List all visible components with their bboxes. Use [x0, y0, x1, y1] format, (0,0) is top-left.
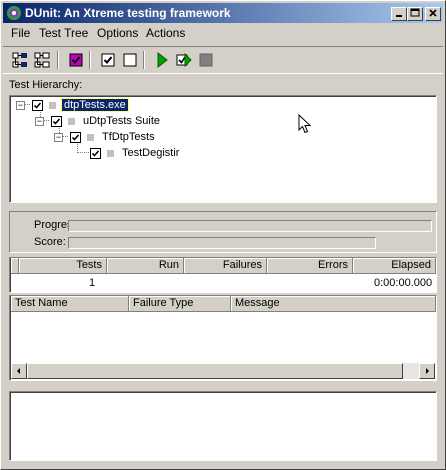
- check-icon: [33, 101, 42, 109]
- tree-item-test[interactable]: TestDegistir: [90, 145, 181, 161]
- check-all-button[interactable]: [99, 51, 117, 69]
- select-all-button[interactable]: [11, 51, 29, 69]
- summary-header-failures[interactable]: Failures: [184, 258, 267, 274]
- toolbar: [3, 46, 443, 74]
- test-tree[interactable]: − dtpTests.exe − uDtpTests Suite − TfDtp…: [9, 95, 437, 203]
- select-all-icon: [12, 52, 27, 68]
- mouse-cursor-icon: [298, 114, 312, 134]
- select-failed-icon: [69, 53, 83, 67]
- window-title: DUnit: An Xtreme testing framework: [25, 6, 231, 20]
- failure-header-message[interactable]: Message: [231, 296, 436, 312]
- title-bar[interactable]: DUnit: An Xtreme testing framework: [3, 3, 443, 23]
- uncheck-icon: [123, 53, 137, 67]
- collapse-icon[interactable]: −: [35, 116, 44, 126]
- status-square-icon: [107, 149, 114, 157]
- check-icon: [91, 149, 100, 157]
- check-icon: [52, 117, 61, 125]
- check-icon: [71, 133, 80, 141]
- run-selected-button[interactable]: [175, 51, 193, 69]
- run-selected-icon: [176, 52, 192, 68]
- run-button[interactable]: [153, 51, 171, 69]
- summary-value-elapsed: 0:00:00.000: [374, 277, 433, 289]
- arrow-left-icon: [17, 368, 20, 374]
- horizontal-scrollbar[interactable]: [11, 363, 435, 379]
- status-square-icon: [68, 117, 75, 125]
- uncheck-all-button[interactable]: [121, 51, 139, 69]
- menu-bar: File Test Tree Options Actions: [3, 24, 443, 42]
- menu-actions[interactable]: Actions: [146, 26, 185, 40]
- score-bar: [68, 237, 376, 249]
- run-icon: [157, 52, 168, 68]
- arrow-right-icon: [426, 368, 429, 374]
- collapse-icon[interactable]: −: [54, 132, 63, 142]
- toolbar-separator: [143, 51, 145, 69]
- summary-header-elapsed[interactable]: Elapsed: [353, 258, 436, 274]
- tree-item-label[interactable]: uDtpTests Suite: [81, 115, 162, 127]
- app-icon: [7, 6, 21, 20]
- scroll-thumb[interactable]: [27, 363, 403, 379]
- deselect-all-button[interactable]: [33, 51, 51, 69]
- checkbox[interactable]: [90, 147, 101, 159]
- summary-header-run[interactable]: Run: [107, 258, 184, 274]
- tree-item-label[interactable]: TestDegistir: [120, 147, 181, 159]
- toolbar-separator: [57, 51, 59, 69]
- tree-item-label[interactable]: dtpTests.exe: [61, 98, 129, 112]
- select-failed-button[interactable]: [67, 51, 85, 69]
- summary-header-errors[interactable]: Errors: [267, 258, 353, 274]
- stop-icon: [199, 53, 213, 67]
- menu-file[interactable]: File: [11, 26, 30, 40]
- minimize-button[interactable]: [391, 7, 407, 21]
- tree-item-class[interactable]: − TfDtpTests: [54, 129, 157, 145]
- tree-item-label[interactable]: TfDtpTests: [100, 131, 157, 143]
- failure-header-failure-type[interactable]: Failure Type: [129, 296, 231, 312]
- progress-bar: [68, 220, 432, 232]
- check-icon: [101, 53, 115, 67]
- stop-button[interactable]: [197, 51, 215, 69]
- menu-test-tree[interactable]: Test Tree: [39, 26, 88, 40]
- checkbox[interactable]: [70, 131, 81, 143]
- tree-item-root[interactable]: − dtpTests.exe: [16, 97, 129, 113]
- tree-item-suite[interactable]: − uDtpTests Suite: [35, 113, 162, 129]
- close-button[interactable]: [425, 7, 441, 21]
- maximize-button[interactable]: [407, 7, 423, 21]
- menu-options[interactable]: Options: [97, 26, 138, 40]
- checkbox[interactable]: [32, 99, 43, 111]
- summary-header-tests[interactable]: Tests: [19, 258, 107, 274]
- minimize-icon: [396, 15, 402, 17]
- scroll-left-button[interactable]: [11, 363, 27, 379]
- test-hierarchy-label: Test Hierarchy:: [9, 79, 83, 91]
- maximize-icon: [410, 8, 420, 17]
- checkbox[interactable]: [51, 115, 62, 127]
- close-icon: [429, 9, 437, 17]
- collapse-icon[interactable]: −: [16, 100, 25, 110]
- deselect-all-icon: [34, 52, 50, 68]
- summary-grid: Tests Run Failures Errors Elapsed 1 0:00…: [9, 257, 437, 293]
- toolbar-separator: [89, 51, 91, 69]
- failure-list[interactable]: Test Name Failure Type Message: [9, 295, 437, 381]
- failure-header-test-name[interactable]: Test Name: [11, 296, 129, 312]
- score-label: Score:: [34, 236, 66, 248]
- scroll-right-button[interactable]: [419, 363, 435, 379]
- tree-connector: [77, 152, 89, 153]
- summary-value-tests: 1: [89, 277, 96, 289]
- error-message-box[interactable]: [9, 391, 437, 461]
- status-square-icon: [49, 101, 56, 109]
- main-window: DUnit: An Xtreme testing framework File …: [0, 0, 446, 470]
- progress-panel: Progress: Score:: [9, 211, 437, 253]
- summary-indicator-header: [11, 258, 19, 274]
- status-square-icon: [87, 133, 94, 141]
